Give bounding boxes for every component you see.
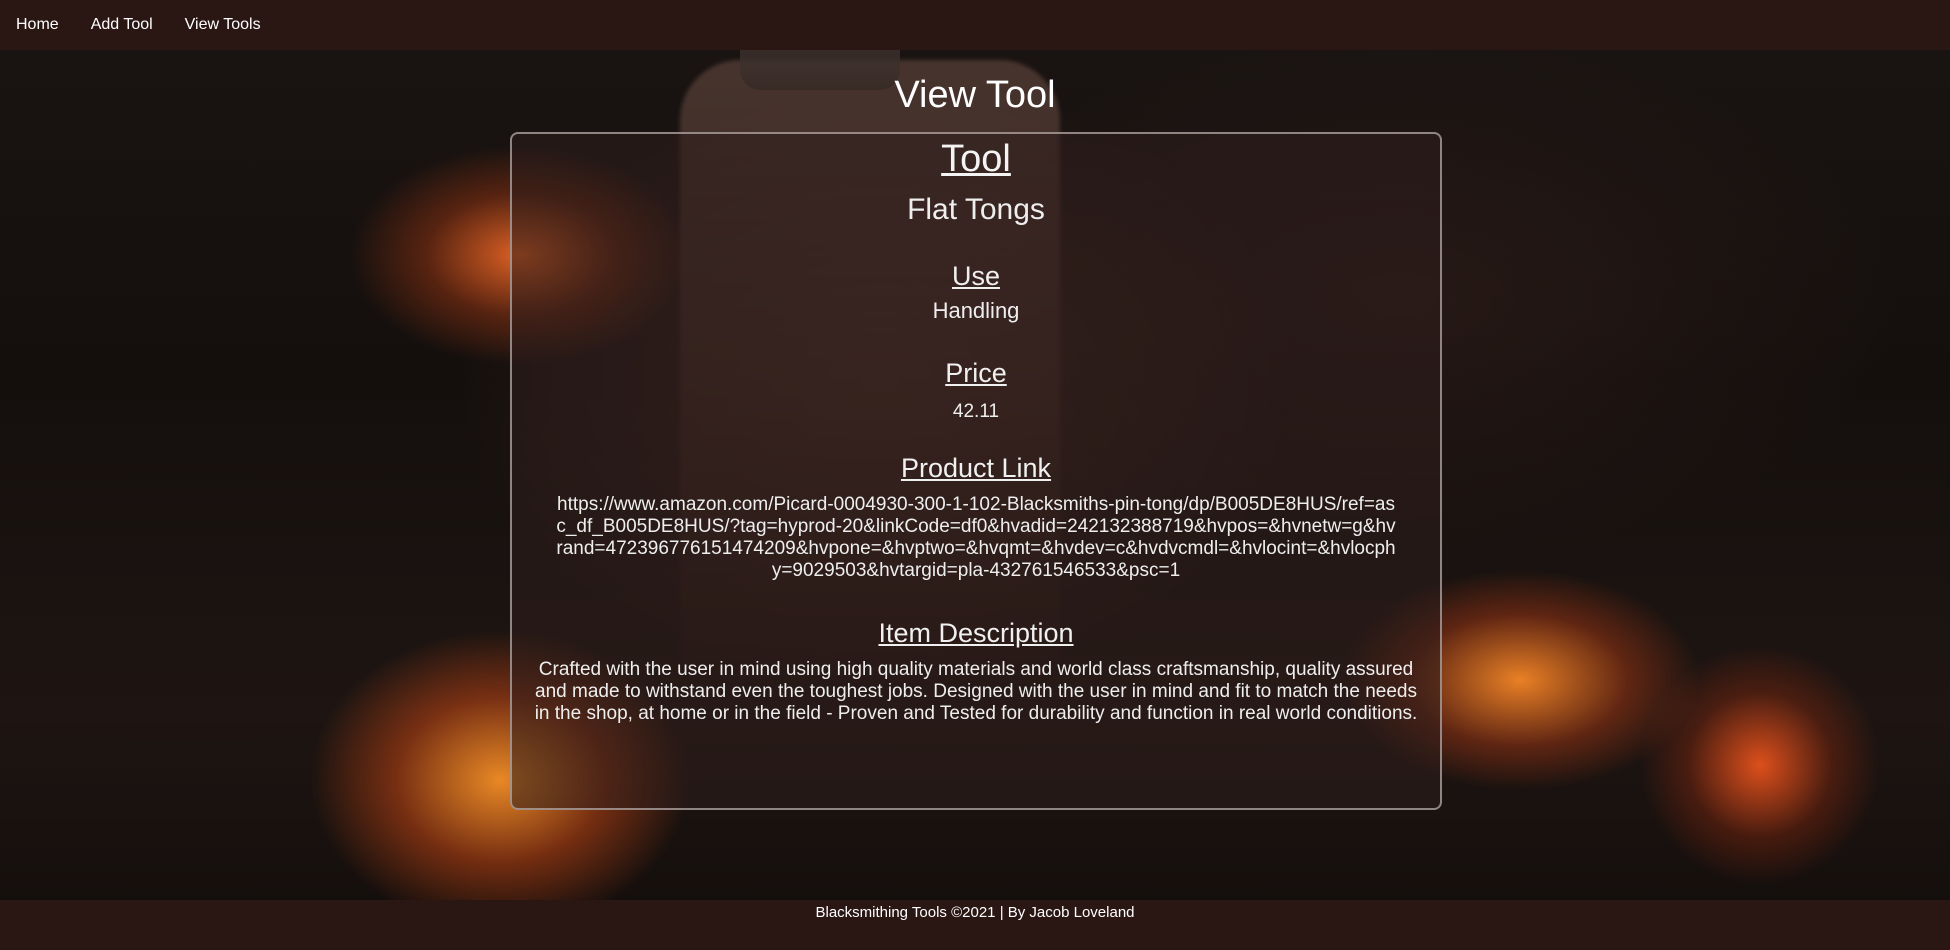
product-link-heading: Product Link bbox=[900, 453, 1052, 483]
item-description-text: Crafted with the user in mind using high… bbox=[534, 659, 1418, 724]
nav-add-tool-link[interactable]: Add Tool bbox=[91, 16, 153, 34]
tool-detail-card: Tool Flat Tongs Use Handling Price 42.11… bbox=[510, 132, 1442, 810]
item-description-heading: Item Description bbox=[878, 618, 1074, 648]
price-value: 42.11 bbox=[952, 401, 1000, 422]
footer-text: Blacksmithing Tools ©2021 | By Jacob Lov… bbox=[815, 904, 1135, 921]
price-heading: Price bbox=[945, 358, 1007, 388]
tool-name: Flat Tongs bbox=[907, 193, 1045, 226]
page-title: View Tool bbox=[894, 74, 1056, 116]
footer: Blacksmithing Tools ©2021 | By Jacob Lov… bbox=[0, 900, 1950, 950]
nav-home-link[interactable]: Home bbox=[16, 16, 59, 34]
top-navbar: Home Add Tool View Tools bbox=[0, 0, 1950, 50]
use-heading: Use bbox=[951, 261, 1000, 291]
use-value: Handling bbox=[932, 298, 1020, 323]
tool-heading: Tool bbox=[941, 138, 1011, 180]
product-link-text: https://www.amazon.com/Picard-0004930-30… bbox=[556, 494, 1396, 581]
nav-view-tools-link[interactable]: View Tools bbox=[185, 16, 261, 34]
